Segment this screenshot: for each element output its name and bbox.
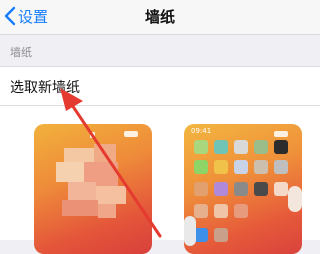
app-icon: [184, 216, 196, 246]
section-header: 墙纸: [10, 46, 32, 59]
app-icon: [194, 182, 208, 196]
app-icon: [234, 160, 248, 174]
choose-new-wallpaper-label: 选取新墙纸: [10, 80, 80, 96]
lock-screen-preview[interactable]: [34, 124, 152, 254]
app-icon: [214, 182, 228, 196]
app-icon: [214, 140, 228, 154]
navigation-bar: 设置 墙纸: [0, 0, 320, 35]
battery-icon: [274, 131, 288, 137]
app-icon: [214, 160, 228, 174]
app-icon: [274, 182, 288, 196]
app-icon: [288, 186, 302, 212]
pixelated-overlay: [56, 144, 136, 254]
app-icon: [254, 140, 268, 154]
battery-icon: [124, 131, 138, 137]
app-icon: [274, 160, 288, 174]
page-title: 墙纸: [144, 8, 175, 26]
app-icon: [234, 140, 248, 154]
lock-icon: [90, 132, 95, 138]
app-icon: [254, 160, 268, 174]
app-icon: [194, 160, 208, 174]
app-icon: [194, 204, 208, 218]
status-time: 09:41: [191, 127, 212, 135]
wallpaper-previews: 09:41: [0, 106, 320, 254]
app-icon: [234, 182, 248, 196]
app-icon: [194, 140, 208, 154]
app-icon: [274, 140, 288, 154]
home-screen-preview[interactable]: 09:41: [184, 124, 302, 254]
app-icon: [214, 204, 228, 218]
app-icon: [234, 204, 248, 218]
app-icon: [254, 182, 268, 196]
choose-new-wallpaper-row[interactable]: 选取新墙纸: [0, 66, 320, 106]
